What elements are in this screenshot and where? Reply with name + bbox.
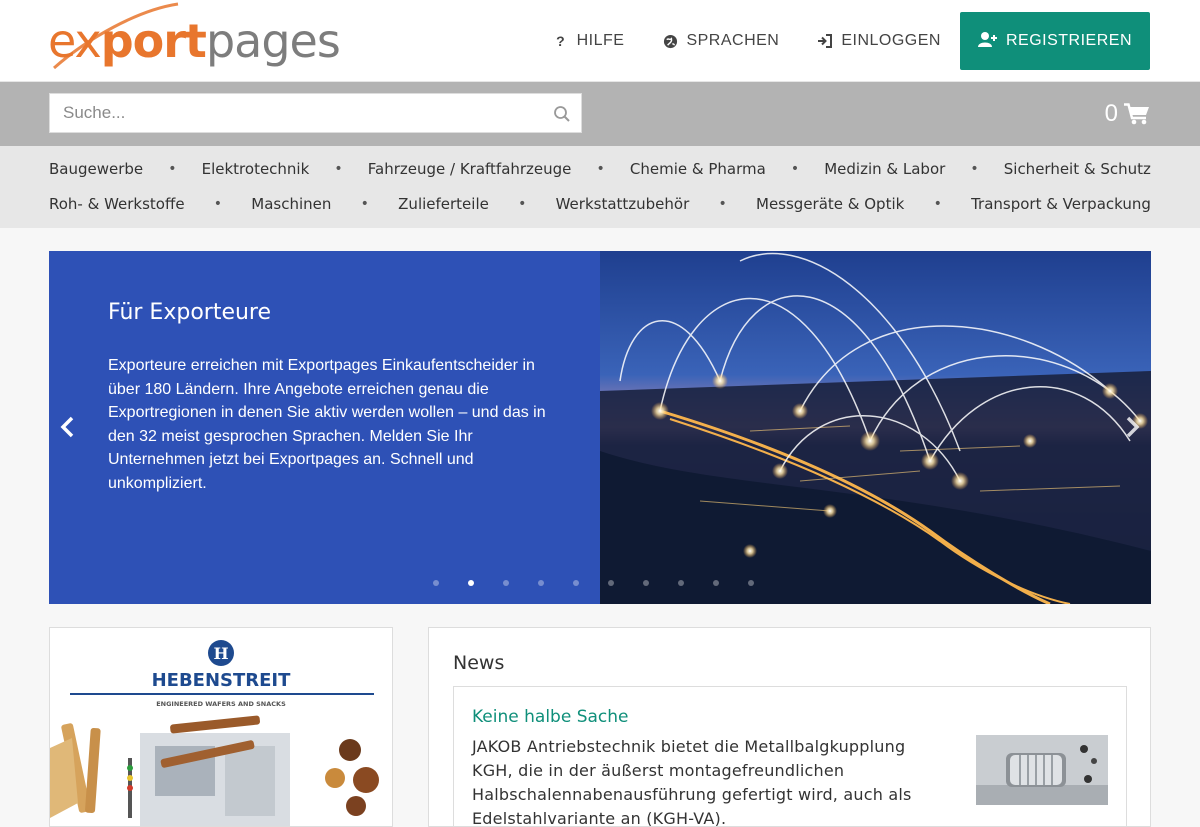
category-link[interactable]: Fahrzeuge / Kraftfahrzeuge	[368, 160, 572, 178]
category-link[interactable]: Transport & Verpackung	[971, 195, 1151, 213]
category-link[interactable]: Maschinen	[251, 195, 331, 213]
city-network-image	[600, 251, 1151, 604]
category-link[interactable]: Sicherheit & Schutz	[1004, 160, 1151, 178]
advertisement-card[interactable]: H HEBENSTREIT ENGINEERED WAFERS AND SNAC…	[49, 627, 393, 827]
category-link[interactable]: Chemie & Pharma	[630, 160, 766, 178]
category-row: Baugewerbe • Elektrotechnik • Fahrzeuge …	[49, 160, 1151, 178]
user-plus-icon	[977, 31, 998, 52]
hero-image	[600, 251, 1151, 604]
search-box	[49, 93, 582, 133]
search-input[interactable]	[50, 94, 581, 132]
help-link[interactable]: ? HILFE	[534, 12, 644, 70]
category-link[interactable]: Messgeräte & Optik	[756, 195, 904, 213]
cart-count: 0	[1104, 100, 1118, 127]
register-label: REGISTRIEREN	[1005, 32, 1132, 49]
sign-in-icon	[817, 33, 833, 49]
question-icon: ?	[556, 33, 566, 49]
slider-next-arrow-icon[interactable]	[1121, 414, 1143, 440]
news-item[interactable]: Keine halbe Sache JAKOB Antriebstechnik …	[453, 686, 1127, 827]
hero-slider: Für Exporteure Exporteure erreichen mit …	[49, 251, 1151, 604]
hero-title: Für Exporteure	[108, 300, 272, 325]
category-separator: •	[790, 161, 800, 177]
register-button[interactable]: REGISTRIEREN	[959, 12, 1150, 70]
category-link[interactable]: Medizin & Labor	[824, 160, 945, 178]
coupling-thumbnail-image[interactable]	[976, 735, 1108, 805]
languages-link[interactable]: SPRACHEN	[643, 12, 798, 70]
logo-part-port: port	[100, 14, 207, 68]
slider-dot[interactable]	[573, 580, 579, 586]
site-header: exportpages ? HILFE SPRACHEN EINLOGGEN R…	[0, 0, 1200, 82]
slider-dot[interactable]	[678, 580, 684, 586]
slider-dot[interactable]	[433, 580, 439, 586]
hero-description: Exporteure erreichen mit Exportpages Ein…	[108, 357, 546, 492]
category-separator: •	[596, 161, 605, 177]
news-card: News Keine halbe Sache JAKOB Antriebstec…	[428, 627, 1151, 827]
hero-text-panel: Für Exporteure Exporteure erreichen mit …	[49, 251, 600, 604]
shopping-cart[interactable]: 0	[1105, 100, 1150, 128]
search-bar: 0	[0, 82, 1200, 146]
hebenstreit-brand: HEBENSTREIT	[152, 670, 292, 691]
slider-dot[interactable]	[748, 580, 754, 586]
slider-pagination	[433, 580, 754, 586]
slider-dot[interactable]	[468, 580, 474, 586]
logo-part-ex: ex	[48, 14, 102, 68]
slider-dot[interactable]	[713, 580, 719, 586]
category-separator: •	[334, 161, 343, 177]
hebenstreit-tagline: ENGINEERED WAFERS AND SNACKS	[156, 700, 286, 708]
category-link[interactable]: Elektrotechnik	[202, 160, 310, 178]
category-link[interactable]: Roh- & Werkstoffe	[49, 195, 185, 213]
slider-prev-arrow-icon[interactable]	[57, 414, 79, 440]
slider-dot[interactable]	[503, 580, 509, 586]
category-separator: •	[168, 161, 177, 177]
category-separator: •	[718, 196, 727, 212]
logo-part-pages: pages	[205, 14, 341, 68]
top-navigation: ? HILFE SPRACHEN EINLOGGEN REGISTRIEREN	[534, 12, 1150, 70]
hebenstreit-ad-image: H HEBENSTREIT ENGINEERED WAFERS AND SNAC…	[50, 628, 392, 826]
slider-dot[interactable]	[643, 580, 649, 586]
news-item-text: JAKOB Antriebstechnik bietet die Metallb…	[472, 737, 912, 827]
category-row: Roh- & Werkstoffe • Maschinen • Zuliefer…	[49, 195, 1151, 213]
login-label: EINLOGGEN	[841, 32, 941, 49]
category-separator: •	[970, 161, 979, 177]
category-link[interactable]: Werkstattzubehör	[556, 195, 690, 213]
news-item-title[interactable]: Keine halbe Sache	[472, 707, 628, 727]
category-separator: •	[360, 196, 369, 212]
languages-label: SPRACHEN	[686, 32, 780, 49]
category-link[interactable]: Baugewerbe	[49, 160, 143, 178]
category-separator: •	[933, 196, 942, 212]
category-separator: •	[518, 196, 527, 212]
exportpages-logo[interactable]: exportpages	[48, 2, 341, 76]
cart-icon	[1124, 103, 1149, 125]
login-link[interactable]: EINLOGGEN	[798, 12, 960, 70]
category-separator: •	[213, 196, 223, 212]
help-label: HILFE	[576, 32, 625, 49]
slider-dot[interactable]	[608, 580, 614, 586]
hebenstreit-emblem: H	[213, 644, 228, 663]
category-link[interactable]: Zulieferteile	[398, 195, 489, 213]
globe-icon	[662, 33, 678, 49]
slider-dot[interactable]	[538, 580, 544, 586]
news-heading: News	[453, 652, 505, 674]
category-bar: Baugewerbe • Elektrotechnik • Fahrzeuge …	[0, 146, 1200, 228]
search-icon[interactable]	[553, 105, 571, 123]
